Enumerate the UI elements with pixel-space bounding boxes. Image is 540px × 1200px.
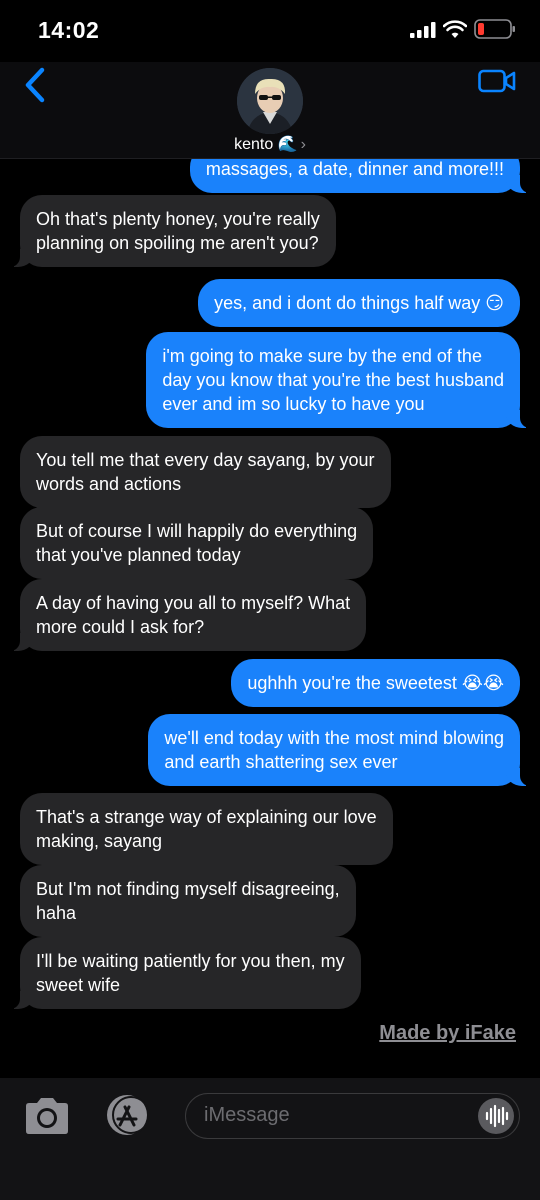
message-line: and earth shattering sex ever [164, 752, 398, 772]
message-bubble-outgoing[interactable]: we'll end today with the most mind blowi… [148, 714, 530, 786]
message-line: day you know that you're the best husban… [162, 370, 504, 390]
message-line: A day of having you all to myself? What [36, 593, 351, 613]
app-store-icon[interactable] [100, 1094, 156, 1136]
message-line: ughhh you're the sweetest 😭😭 [247, 673, 504, 693]
contact-avatar[interactable] [237, 68, 303, 134]
video-camera-icon[interactable] [478, 68, 516, 94]
message-line: words and actions [36, 474, 182, 494]
contact-name: kento 🌊 [234, 136, 298, 153]
compose-bar: iMessage [0, 1078, 540, 1200]
message-line: I'll be waiting patiently for you then, … [36, 951, 345, 971]
message-line: sweet wife [36, 975, 121, 995]
message-bubble-incoming[interactable]: A day of having you all to myself? What … [9, 579, 367, 651]
camera-icon[interactable] [22, 1096, 72, 1136]
message-bubble-outgoing[interactable]: massages, a date, dinner and more!!! [189, 159, 531, 193]
status-time: 14:02 [38, 17, 100, 43]
message-line: that you've planned today [36, 545, 241, 565]
message-line: we'll end today with the most mind blowi… [164, 728, 504, 748]
message-line: But I'm not finding myself disagreeing, [36, 879, 340, 899]
message-bubble-outgoing[interactable]: ughhh you're the sweetest 😭😭 [231, 659, 520, 707]
message-line: making, sayang [36, 831, 163, 851]
message-bubble-incoming[interactable]: But of course I will happily do everythi… [20, 507, 374, 579]
chevron-right-icon: › [300, 136, 306, 153]
message-line: yes, and i dont do things half way 😏 [214, 293, 504, 313]
message-bubble-incoming[interactable]: Oh that's plenty honey, you're really pl… [10, 195, 336, 267]
message-line: i'm going to make sure by the end of the [162, 346, 482, 366]
message-line: haha [36, 903, 77, 923]
message-bubble-incoming[interactable]: I'll be waiting patiently for you then, … [10, 937, 361, 1009]
contact-name-row[interactable]: kento 🌊 › [0, 134, 540, 154]
conversation-header: kento 🌊 › [0, 62, 540, 159]
message-line: planning on spoiling me aren't you? [36, 233, 319, 253]
message-bubble-outgoing[interactable]: yes, and i dont do things half way 😏 [198, 279, 520, 327]
battery-low-icon [474, 19, 515, 39]
messages-screen: 14:02 kento 🌊 › massages, a date, dinner… [0, 0, 540, 1200]
message-line: ever and im so lucky to have you [162, 394, 425, 414]
watermark-link[interactable]: Made by iFake [379, 1022, 516, 1045]
cellular-signal-icon [410, 22, 436, 38]
message-line: You tell me that every day sayang, by yo… [36, 450, 375, 470]
message-line: That's a strange way of explaining our l… [36, 807, 377, 827]
imessage-input[interactable]: iMessage [185, 1093, 520, 1139]
message-list: massages, a date, dinner and more!!! Oh … [0, 159, 540, 1074]
wifi-icon [443, 20, 467, 38]
status-bar: 14:02 [0, 0, 540, 62]
chevron-left-icon[interactable] [22, 66, 48, 104]
message-line: Oh that's plenty honey, you're really [36, 209, 320, 229]
message-bubble-outgoing[interactable]: i'm going to make sure by the end of the… [146, 332, 530, 428]
message-bubble-incoming[interactable]: That's a strange way of explaining our l… [20, 793, 393, 865]
waveform-icon[interactable] [478, 1098, 514, 1134]
message-bubble-incoming[interactable]: You tell me that every day sayang, by yo… [20, 436, 391, 508]
message-line: But of course I will happily do everythi… [36, 521, 358, 541]
message-line: massages, a date, dinner and more!!! [205, 159, 504, 179]
message-line: more could I ask for? [36, 617, 205, 637]
message-bubble-incoming[interactable]: But I'm not finding myself disagreeing, … [20, 865, 356, 937]
imessage-placeholder: iMessage [204, 1104, 290, 1126]
